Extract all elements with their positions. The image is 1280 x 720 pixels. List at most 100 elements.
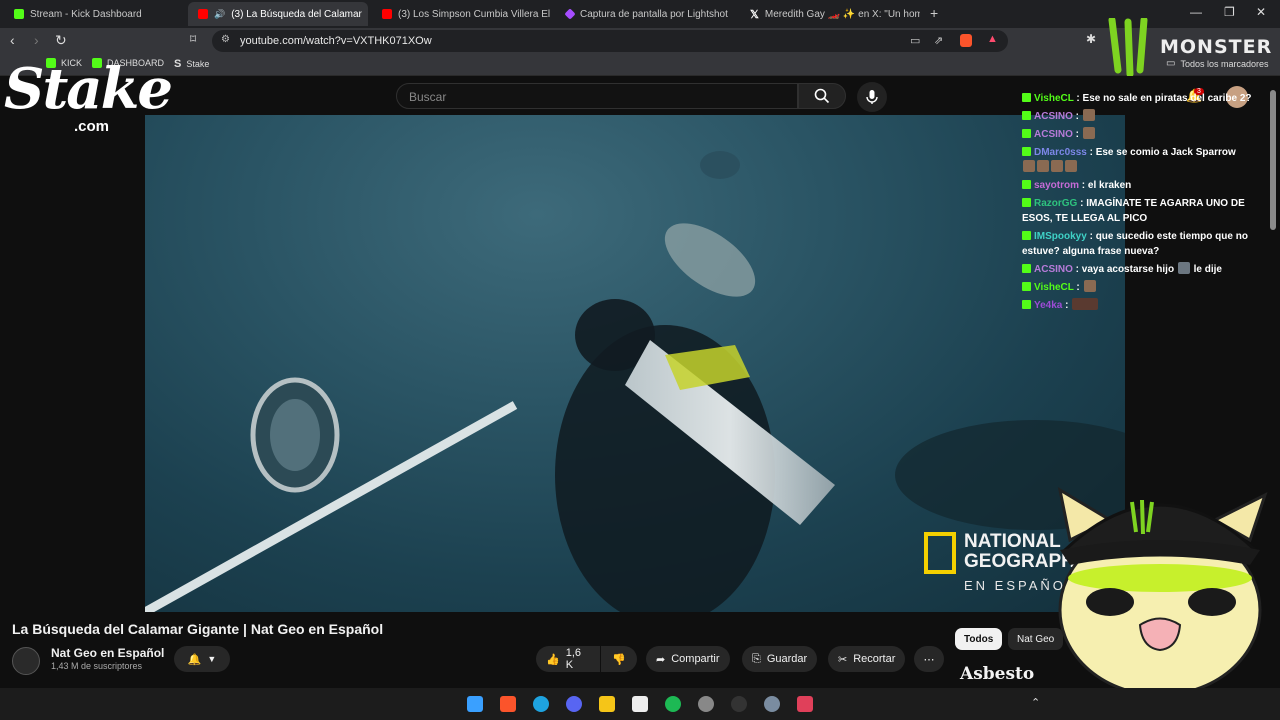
brave-browser-icon[interactable] xyxy=(500,696,516,712)
stake-logo: Stake .com xyxy=(4,56,173,135)
discord-icon[interactable] xyxy=(566,696,582,712)
save-button[interactable]: ⎘ Guardar xyxy=(742,646,818,672)
chat-username: Ye4ka xyxy=(1034,300,1063,311)
share-page-icon[interactable]: ⇗ xyxy=(934,34,943,47)
address-bar[interactable]: ⚙ youtube.com/watch?v=VXTHK071XOw ▭ ⇗ ▲ xyxy=(212,30,1008,52)
maximize-icon[interactable]: ❐ xyxy=(1224,5,1235,19)
url-text: youtube.com/watch?v=VXTHK071XOw xyxy=(240,35,432,47)
app-icon[interactable] xyxy=(731,696,747,712)
tab-label: (3) Los Simpson Cumbia Villera El Pr xyxy=(398,8,552,20)
emote-icon xyxy=(1023,160,1035,172)
chat-message: DMarc0sss : Ese se comio a Jack Sparrow xyxy=(1022,145,1262,175)
obs-icon[interactable] xyxy=(632,696,648,712)
steam-icon[interactable] xyxy=(698,696,714,712)
cast-icon[interactable]: ▭ xyxy=(910,34,920,47)
chip-todos[interactable]: Todos xyxy=(955,628,1003,650)
more-icon: ⋯ xyxy=(923,653,935,666)
back-icon[interactable]: ‹ xyxy=(10,32,15,48)
emote-icon xyxy=(1083,280,1096,292)
settings-icon[interactable] xyxy=(764,696,780,712)
minimize-icon[interactable]: — xyxy=(1190,5,1202,19)
search-icon xyxy=(814,88,830,104)
tab-youtube-calamar[interactable]: 🔊 (3) La Búsqueda del Calamar ✕ xyxy=(188,2,368,26)
spotify-icon[interactable] xyxy=(665,696,681,712)
streamer-avatar-overlay xyxy=(1057,486,1268,688)
valorant-icon[interactable] xyxy=(797,696,813,712)
reload-icon[interactable]: ↻ xyxy=(55,32,67,49)
kick-badge-icon xyxy=(1022,129,1031,138)
monster-logo-text: MONSTER xyxy=(1160,36,1273,58)
stake-logo-text: Stake xyxy=(4,56,173,122)
chat-username: ACSINO xyxy=(1034,129,1073,140)
kick-badge-icon xyxy=(1022,93,1031,102)
more-actions-button[interactable]: ⋯ xyxy=(914,646,944,672)
tab-youtube-simpson[interactable]: (3) Los Simpson Cumbia Villera El Pr xyxy=(372,2,552,26)
chevron-down-icon: ▼ xyxy=(207,654,217,664)
brave-rewards-icon[interactable]: ▲ xyxy=(987,33,998,45)
tab-kick-dashboard[interactable]: Stream - Kick Dashboard xyxy=(4,2,184,26)
like-button[interactable]: 👍 1,6 K xyxy=(536,646,600,672)
share-button[interactable]: ➦ Compartir xyxy=(646,646,730,672)
subscriber-count: 1,43 M de suscriptores xyxy=(51,661,143,671)
dislike-button[interactable]: 👎 xyxy=(601,646,637,672)
page-scrollbar[interactable] xyxy=(1270,90,1276,230)
kick-badge-icon xyxy=(1022,264,1031,273)
kick-badge-icon xyxy=(1022,231,1031,240)
search-button[interactable] xyxy=(798,83,846,109)
save-label: Guardar xyxy=(766,653,808,665)
chat-username: ACSINO xyxy=(1034,264,1073,275)
chat-message: VisheCL : Ese no sale en piratas del car… xyxy=(1022,91,1262,106)
chat-text: vaya acostarse hijo xyxy=(1081,264,1175,275)
chevron-up-icon[interactable]: ⌃ xyxy=(1031,696,1040,709)
save-icon: ⎘ xyxy=(752,652,761,665)
clip-button[interactable]: ✂ Recortar xyxy=(828,646,906,672)
site-info-icon[interactable]: ⚙ xyxy=(221,34,230,45)
chat-username: RazorGG xyxy=(1034,198,1078,209)
emote-icon xyxy=(1082,109,1095,121)
microphone-icon xyxy=(866,90,878,104)
youtube-icon xyxy=(198,9,208,19)
extensions-icon[interactable]: ✱ xyxy=(1086,32,1096,46)
bookmark-icon[interactable]: ⌑ xyxy=(190,32,196,46)
windows-start-icon[interactable] xyxy=(467,696,483,712)
monster-logo: MONSTER xyxy=(1104,18,1272,76)
chat-username: DMarc0sss xyxy=(1034,147,1087,158)
scissors-icon: ✂ xyxy=(838,653,848,666)
file-explorer-icon[interactable] xyxy=(599,696,615,712)
chat-username: IMSpookyy xyxy=(1034,231,1087,242)
bookmark-label: Stake xyxy=(186,59,210,69)
emote-icon xyxy=(1082,127,1095,139)
chat-text: Ese se comio a Jack Sparrow xyxy=(1095,147,1236,158)
edge-browser-icon[interactable] xyxy=(533,696,549,712)
tab-label: Captura de pantalla por Lightshot xyxy=(580,8,728,20)
search-input[interactable]: Buscar xyxy=(396,83,798,109)
voice-search-button[interactable] xyxy=(857,82,887,112)
chat-message: IMSpookyy : que sucedio este tiempo que … xyxy=(1022,231,1248,257)
chat-message: ACSINO : xyxy=(1022,109,1262,124)
lightshot-icon xyxy=(564,8,576,20)
kick-badge-icon xyxy=(1022,300,1031,309)
stake-icon: S xyxy=(174,58,182,70)
tab-lightshot[interactable]: Captura de pantalla por Lightshot xyxy=(556,2,736,26)
subscription-bell-button[interactable]: 🔔 ▼ xyxy=(174,646,230,672)
forward-icon[interactable]: › xyxy=(34,32,39,48)
clip-label: Recortar xyxy=(853,653,896,665)
like-count: 1,6 K xyxy=(565,647,581,671)
channel-avatar[interactable] xyxy=(12,647,40,675)
kick-badge-icon xyxy=(1022,111,1031,120)
new-tab-button[interactable]: + xyxy=(930,5,938,21)
share-label: Compartir xyxy=(671,653,720,665)
channel-name[interactable]: Nat Geo en Español xyxy=(51,646,164,660)
kick-badge-icon xyxy=(1022,147,1031,156)
bookmark-stake[interactable]: S Stake xyxy=(174,58,209,70)
brave-shields-icon[interactable] xyxy=(960,34,972,47)
stake-logo-domain: .com xyxy=(74,118,110,135)
thumbs-down-icon: 👎 xyxy=(612,653,626,666)
emote-icon xyxy=(1051,160,1063,172)
kick-badge-icon xyxy=(1022,180,1031,189)
kick-badge-icon xyxy=(1022,198,1031,207)
bookmarks-bar: KICK DASHBOARD S Stake ▭ Todos los marca… xyxy=(0,54,1280,76)
tab-x-post[interactable]: 𝕏 Meredith Gay 🏎️ ✨ en X: "Un homb xyxy=(740,2,920,26)
kick-badge-icon xyxy=(1022,282,1031,291)
close-window-icon[interactable]: ✕ xyxy=(1256,5,1266,19)
